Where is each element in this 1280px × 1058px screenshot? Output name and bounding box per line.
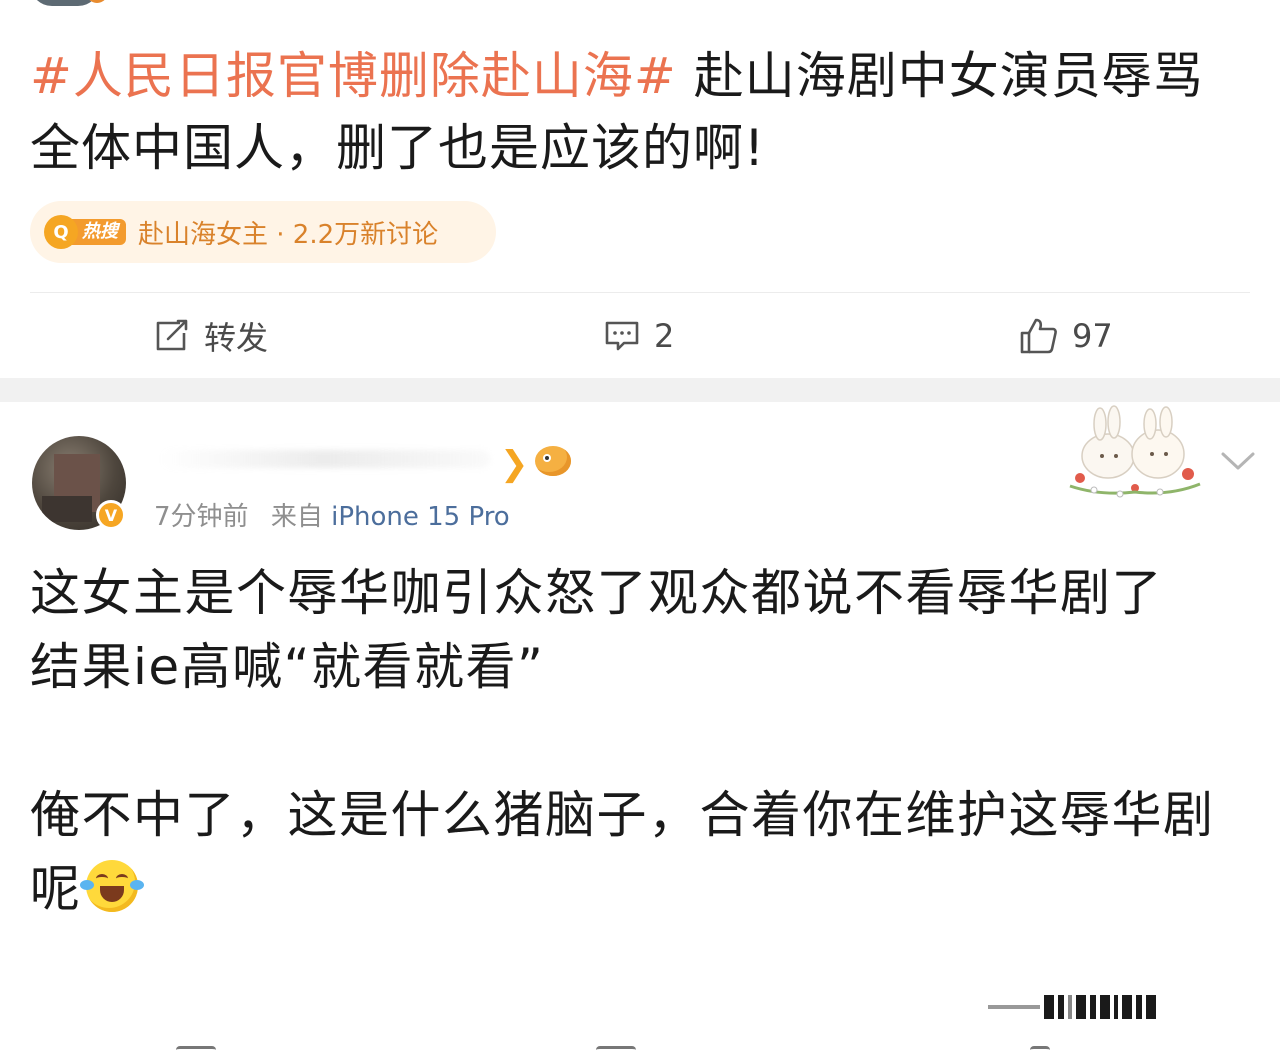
comment-icon xyxy=(605,321,639,351)
blowfish-badge-icon xyxy=(535,446,571,476)
repost-button[interactable]: 转发 xyxy=(154,298,268,374)
post-meta: 7分钟前 来自 iPhone 15 Pro xyxy=(154,496,510,533)
hot-search-logo: Q 热搜 xyxy=(44,215,126,249)
post-text: #人民日报官博删除赴山海# 赴山海剧中女演员辱骂全体中国人，删了也是应该的啊! xyxy=(30,40,1250,184)
like-icon[interactable] xyxy=(1030,1046,1050,1058)
vip-arrow-icon: ❯ xyxy=(500,444,529,484)
hot-search-text: 赴山海女主 · 2.2万新讨论 xyxy=(138,219,439,250)
source-prefix: 来自 xyxy=(270,502,323,532)
chevron-down-icon[interactable] xyxy=(1220,450,1256,472)
avatar[interactable] xyxy=(30,0,100,6)
repost-label: 转发 xyxy=(204,319,269,357)
comment-button[interactable]: 2 xyxy=(604,298,674,374)
repost-icon[interactable] xyxy=(176,1046,216,1058)
like-button[interactable]: 97 xyxy=(1020,298,1113,374)
comment-count: 2 xyxy=(654,317,675,355)
decorative-bunnies-icon xyxy=(1069,405,1201,498)
search-icon: Q xyxy=(44,215,78,249)
avatar-mosaic xyxy=(42,496,92,522)
post-time: 7分钟前 xyxy=(154,502,249,532)
like-count: 97 xyxy=(1072,317,1113,355)
feed-separator xyxy=(0,378,1280,402)
comment-icon[interactable] xyxy=(596,1046,636,1058)
weibo-post-1: #人民日报官博删除赴山海# 赴山海剧中女演员辱骂全体中国人，删了也是应该的啊! … xyxy=(0,0,1280,378)
weibo-post-2: V ❯ 7分钟前 来自 iPhone 15 Pro 这女主是个辱华咖引众怒了观众… xyxy=(0,402,1280,1055)
action-bar-cut xyxy=(0,1042,1280,1055)
laugh-cry-emoji xyxy=(79,860,144,912)
repost-icon xyxy=(156,319,188,351)
watermark-logo xyxy=(988,994,1218,1020)
username-obscured[interactable] xyxy=(160,450,490,468)
hot-search-chip[interactable]: Q 热搜 赴山海女主 · 2.2万新讨论 xyxy=(30,201,496,263)
action-bar: 转发 2 97 xyxy=(0,298,1280,374)
hashtag-link[interactable]: #人民日报官博删除赴山海# xyxy=(30,47,677,105)
verified-icon: V xyxy=(96,500,126,530)
post-text: 这女主是个辱华咖引众怒了观众都说不看辱华剧了 结果ie高喊“就看就看” 俺不中了… xyxy=(30,556,1255,926)
device-link[interactable]: iPhone 15 Pro xyxy=(331,502,510,532)
post-body: 这女主是个辱华咖引众怒了观众都说不看辱华剧了 结果ie高喊“就看就看” 俺不中了… xyxy=(30,564,1215,918)
divider xyxy=(30,292,1250,293)
post1-header-cut xyxy=(30,0,108,8)
like-icon xyxy=(1020,318,1057,354)
